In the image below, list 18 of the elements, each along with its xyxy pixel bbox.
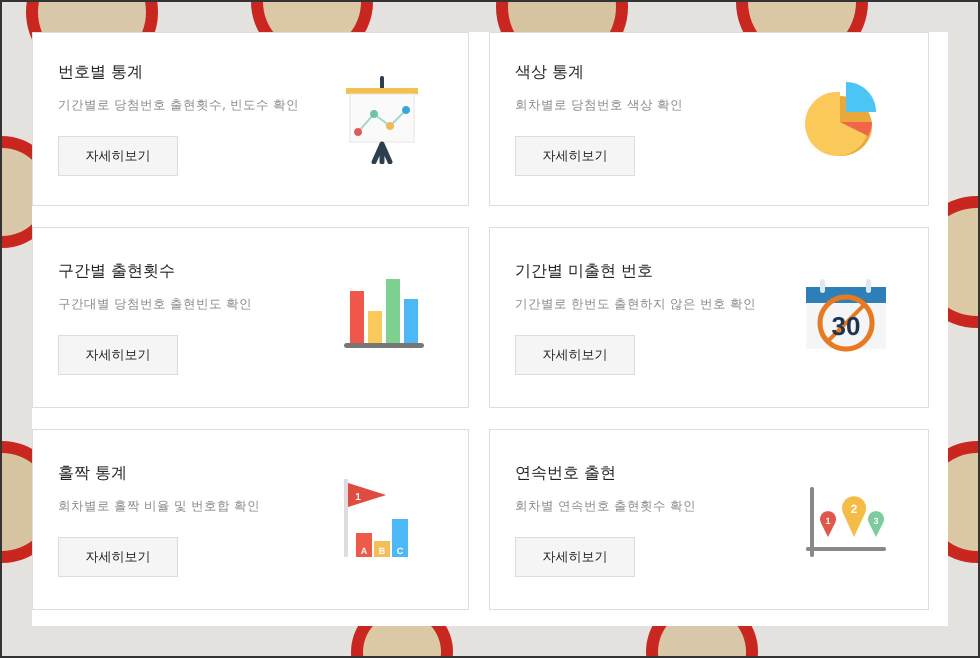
details-button[interactable]: 자세히보기 bbox=[58, 334, 178, 374]
card-description: 기간별로 당첨번호 출현횟수, 빈도수 확인 bbox=[58, 97, 299, 114]
details-button[interactable]: 자세히보기 bbox=[58, 136, 178, 176]
card-description: 기간별로 한번도 출현하지 않은 번호 확인 bbox=[515, 296, 756, 312]
card-description: 회차별로 홀짝 비율 및 번호합 확인 bbox=[58, 498, 260, 514]
card-title: 홀짝 통계 bbox=[58, 462, 128, 484]
card-title: 연속번호 출현 bbox=[515, 462, 616, 484]
details-button[interactable]: 자세히보기 bbox=[515, 136, 635, 176]
card-title: 색상 통계 bbox=[515, 62, 584, 83]
card-description: 회차별 연속번호 출현횟수 확인 bbox=[515, 498, 696, 514]
card-title: 기간별 미출현 번호 bbox=[515, 260, 654, 282]
card-description: 구간대별 당첨번호 출현빈도 확인 bbox=[58, 296, 252, 312]
card-title: 구간별 출현횟수 bbox=[58, 260, 176, 282]
details-button[interactable]: 자세히보기 bbox=[515, 334, 635, 374]
details-button[interactable]: 자세히보기 bbox=[515, 536, 635, 576]
card-title: 번호별 통계 bbox=[58, 62, 144, 83]
details-button[interactable]: 자세히보기 bbox=[58, 536, 178, 576]
card-description: 회차별로 당첨번호 색상 확인 bbox=[515, 97, 683, 114]
